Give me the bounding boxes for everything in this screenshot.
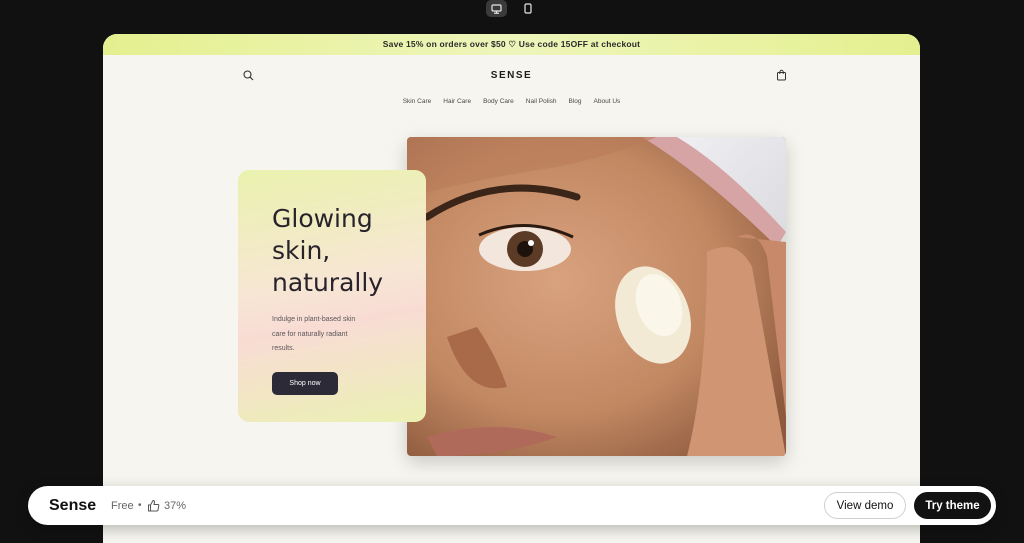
view-demo-button[interactable]: View demo	[824, 492, 906, 519]
mobile-icon	[523, 3, 532, 14]
try-theme-button[interactable]: Try theme	[914, 492, 991, 519]
main-nav: Skin Care Hair Care Body Care Nail Polis…	[103, 98, 920, 105]
nav-item-blog[interactable]: Blog	[569, 98, 582, 105]
hero-image	[407, 137, 786, 456]
mobile-view-button[interactable]	[517, 0, 538, 17]
nav-item-about-us[interactable]: About Us	[594, 98, 621, 105]
theme-name: Sense	[49, 496, 97, 514]
desktop-icon	[491, 3, 502, 14]
separator-dot: •	[138, 500, 142, 511]
announcement-bar: Save 15% on orders over $50 ♡ Use code 1…	[103, 34, 920, 55]
cart-icon[interactable]	[776, 69, 787, 81]
desktop-view-button[interactable]	[486, 0, 507, 17]
theme-rating: 37%	[164, 499, 187, 512]
store-logo[interactable]: SENSE	[103, 70, 920, 81]
hero-subtitle-line: Indulge in plant-based skin	[272, 316, 356, 323]
store-header: SENSE Skin Care Hair Care Body Care Nail…	[103, 55, 920, 115]
thumbs-up-icon	[148, 499, 160, 512]
theme-action-bar: Sense Free • 37% View demo Try theme	[28, 486, 996, 525]
nav-item-nail-polish[interactable]: Nail Polish	[526, 98, 557, 105]
nav-item-body-care[interactable]: Body Care	[483, 98, 514, 105]
hero-title-line: Glowing	[272, 204, 373, 233]
hero-title-line: naturally	[272, 268, 384, 297]
nav-item-hair-care[interactable]: Hair Care	[443, 98, 471, 105]
nav-item-skin-care[interactable]: Skin Care	[403, 98, 432, 105]
hero-photo-illustration	[407, 137, 786, 456]
device-toggle	[486, 0, 538, 17]
announcement-text: Save 15% on orders over $50 ♡ Use code 1…	[382, 39, 641, 49]
hero-title-line: skin,	[272, 236, 331, 265]
hero-card: Glowing skin, naturally Indulge in plant…	[238, 170, 426, 422]
hero-subtitle-line: results.	[272, 345, 295, 352]
hero-subtitle: Indulge in plant-based skin care for nat…	[272, 313, 392, 357]
hero-subtitle-line: care for naturally radiant	[272, 330, 348, 338]
shop-now-button[interactable]: Shop now	[272, 371, 338, 395]
hero-title: Glowing skin, naturally	[272, 203, 392, 299]
theme-price: Free	[111, 499, 134, 512]
theme-preview-frame: Save 15% on orders over $50 ♡ Use code 1…	[103, 34, 920, 543]
